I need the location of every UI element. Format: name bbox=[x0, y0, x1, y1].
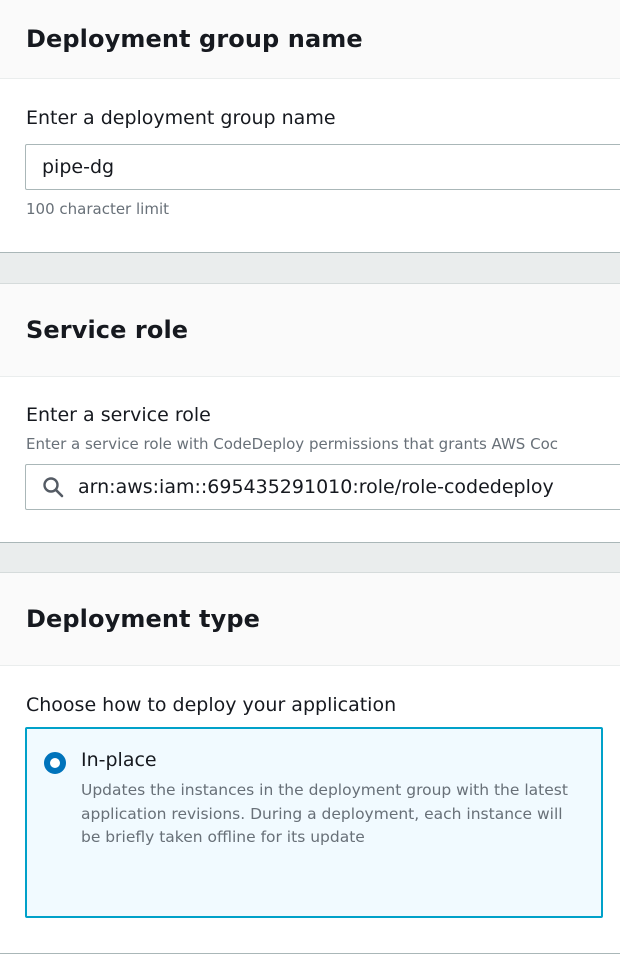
service-role-header: Service role bbox=[0, 284, 620, 377]
service-role-input[interactable] bbox=[78, 476, 620, 498]
in-place-option-description: Updates the instances in the deployment … bbox=[81, 781, 568, 846]
service-role-description: Enter a service role with CodeDeploy per… bbox=[26, 435, 558, 453]
deployment-group-title: Deployment group name bbox=[26, 24, 363, 53]
deployment-group-name-label: Enter a deployment group name bbox=[26, 107, 336, 129]
deployment-type-title: Deployment type bbox=[26, 605, 261, 633]
service-role-title: Service role bbox=[26, 316, 189, 344]
character-limit-hint: 100 character limit bbox=[26, 200, 169, 218]
deployment-type-header: Deployment type bbox=[0, 573, 620, 666]
in-place-option-label: In-place bbox=[81, 749, 157, 771]
in-place-option-tile[interactable]: In-place Updates the instances in the de… bbox=[25, 727, 603, 918]
search-icon bbox=[43, 477, 64, 498]
service-role-search-field[interactable] bbox=[25, 464, 620, 510]
deployment-type-label: Choose how to deploy your application bbox=[26, 694, 397, 716]
in-place-radio[interactable] bbox=[44, 752, 66, 774]
deployment-group-header: Deployment group name bbox=[0, 0, 620, 79]
deployment-group-name-input[interactable] bbox=[25, 144, 620, 190]
service-role-label: Enter a service role bbox=[26, 404, 211, 426]
service-role-panel: Service role Enter a service role Enter … bbox=[0, 283, 620, 543]
deployment-group-panel: Deployment group name Enter a deployment… bbox=[0, 0, 620, 253]
